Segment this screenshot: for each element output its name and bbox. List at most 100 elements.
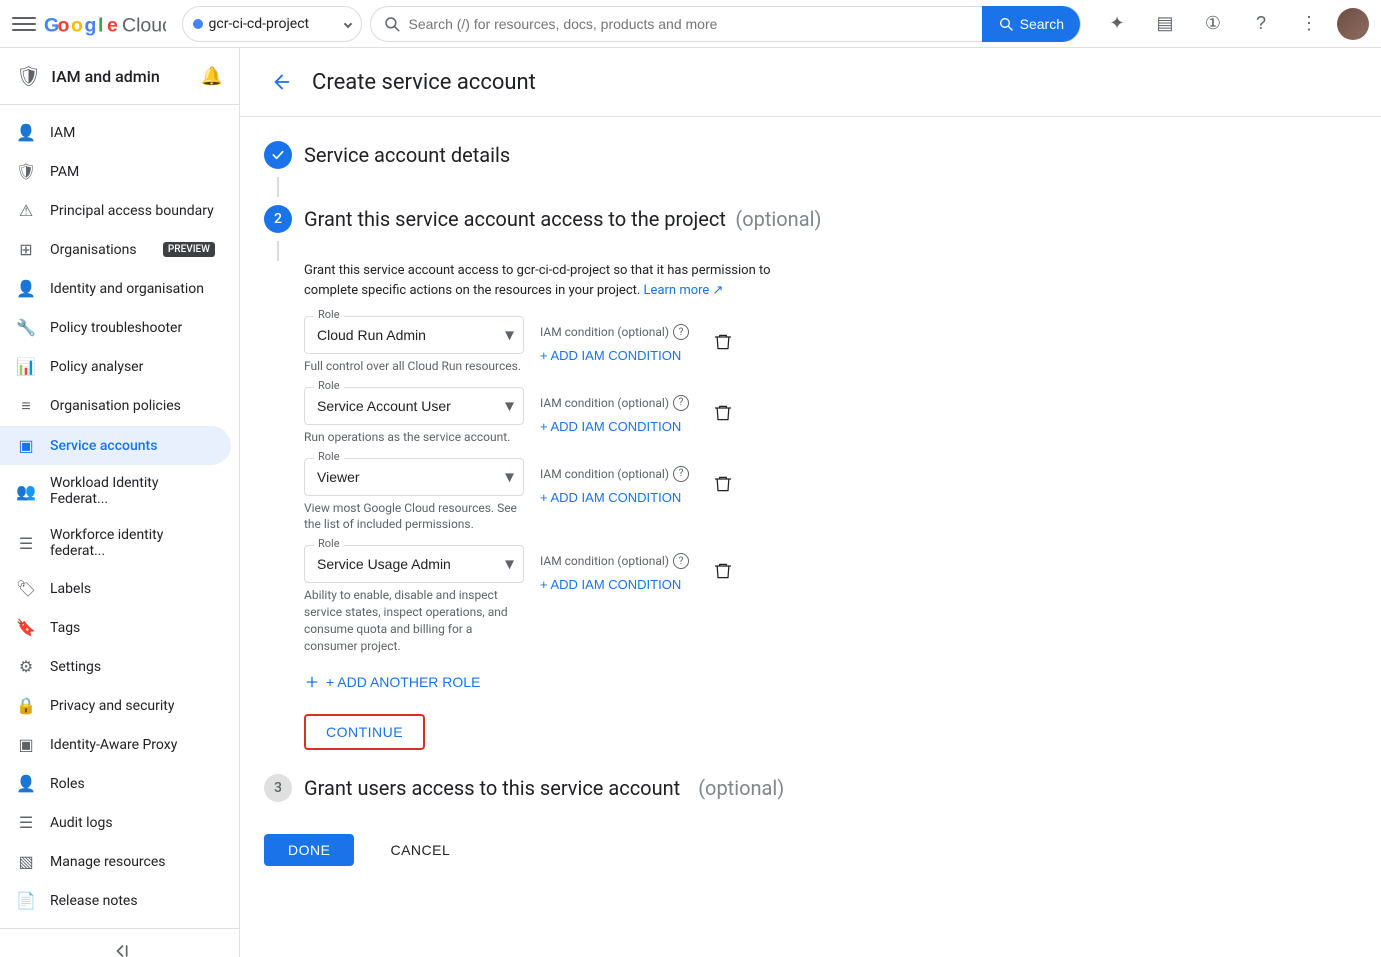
notes-icon: 📄 [16,891,36,910]
chevron-down-icon [343,19,351,27]
sidebar-item-pam[interactable]: 🛡 PAM [0,152,231,191]
notification-button[interactable]: ① [1193,4,1233,44]
search-button[interactable]: Search [982,6,1080,42]
role-select-1[interactable]: Cloud Run Admin [304,316,524,354]
person-icon: 👤 [16,123,36,142]
bell-icon[interactable]: 🔔 [201,66,223,87]
role-description-1: Full control over all Cloud Run resource… [304,358,524,375]
step3-circle: 3 [264,774,292,802]
iam-condition-group-4: IAM condition (optional) ? + ADD IAM CON… [540,545,689,596]
sidebar-item-service-accounts[interactable]: ▣ Service accounts [0,426,231,465]
report-icon: ⚠ [16,201,36,220]
search-label: Search [1020,16,1064,32]
menu-icon[interactable] [12,12,36,36]
delete-role-btn-2[interactable] [705,395,741,431]
role-select-2[interactable]: Service Account User [304,387,524,425]
sidebar-item-audit-logs[interactable]: ☰ Audit logs [0,803,231,842]
grant-description: Grant this service account access to gcr… [304,261,804,300]
label-icon: 🏷 [16,579,36,598]
role-label-2: Role [314,379,344,392]
sidebar-item-organisations[interactable]: ⊞ Organisations PREVIEW [0,230,231,269]
help-icon-button[interactable]: ? [1241,4,1281,44]
step1-circle [264,141,292,169]
add-iam-condition-btn-1[interactable]: + ADD IAM CONDITION [540,344,689,367]
search-icon [383,15,401,33]
roles-icon: 👤 [16,774,36,793]
sidebar-item-iam[interactable]: 👤 IAM [0,113,231,152]
sidebar-item-workforce-identity[interactable]: ☰ Workforce identity federat... [0,517,231,569]
search-bar[interactable]: Search [370,6,1082,42]
google-cloud-logo[interactable]: G o o g l e Cloud [44,12,166,36]
sidebar-item-labels[interactable]: 🏷 Labels [0,569,231,608]
privacy-icon: 🔒 [16,696,36,715]
project-selector[interactable]: gcr-ci-cd-project [182,6,362,42]
search-btn-icon [998,16,1014,32]
sidebar-item-workload-identity[interactable]: 👥 Workload Identity Federat... [0,465,231,517]
search-input[interactable] [409,16,974,32]
iam-condition-group-1: IAM condition (optional) ? + ADD IAM CON… [540,316,689,367]
sidebar-item-settings[interactable]: ⚙ Settings [0,647,231,686]
sidebar-nav: 👤 IAM 🛡 PAM ⚠ Principal access boundary … [0,105,239,928]
sidebar-item-identity-aware-proxy[interactable]: ▣ Identity-Aware Proxy [0,725,231,764]
add-another-role-button[interactable]: + ADD ANOTHER ROLE [304,666,480,698]
svg-text:e: e [107,14,118,36]
settings-icon: ⚙ [16,657,36,676]
page-title: Create service account [312,70,536,95]
svg-text:g: g [85,14,97,36]
iam-help-icon-1[interactable]: ? [673,324,689,340]
main-content: Create service account Service account d… [240,48,1381,957]
continue-button[interactable]: CONTINUE [304,714,425,750]
tags-icon: 🔖 [16,618,36,637]
step2-title-block: Grant this service account access to the… [304,207,821,231]
role-row-4: Role Service Usage Admin ▾ Ability to en… [304,545,1357,654]
project-name: gcr-ci-cd-project [209,16,339,32]
account-icon: 👤 [16,279,36,298]
iam-help-icon-3[interactable]: ? [673,466,689,482]
role-row-3: Role Viewer ▾ View most Google Cloud res… [304,458,1357,534]
sidebar-item-manage-resources[interactable]: ▧ Manage resources [0,842,231,881]
sidebar-item-roles[interactable]: 👤 Roles [0,764,231,803]
role-select-wrapper-2: Role Service Account User ▾ [304,387,524,425]
sidebar-item-policy-troubleshooter[interactable]: 🔧 Policy troubleshooter [0,308,231,347]
cancel-button[interactable]: CANCEL [366,834,474,866]
svg-text:l: l [98,14,103,36]
delete-role-btn-1[interactable] [705,324,741,360]
add-iam-condition-btn-3[interactable]: + ADD IAM CONDITION [540,486,689,509]
sidebar-collapse-button[interactable] [0,928,239,957]
svg-text:Cloud: Cloud [122,14,166,36]
iam-condition-label-1: IAM condition (optional) ? [540,324,689,340]
sidebar-item-privacy-and-security[interactable]: 🔒 Privacy and security [0,686,231,725]
sidebar-item-policy-analyser[interactable]: 📊 Policy analyser [0,347,231,386]
add-iam-condition-btn-2[interactable]: + ADD IAM CONDITION [540,415,689,438]
sidebar-item-principal-access-boundary[interactable]: ⚠ Principal access boundary [0,191,231,230]
add-iam-condition-btn-4[interactable]: + ADD IAM CONDITION [540,573,689,596]
role-select-4[interactable]: Service Usage Admin [304,545,524,583]
role-description-2: Run operations as the service account. [304,429,524,446]
workforce-icon: ☰ [16,534,36,553]
avatar[interactable] [1337,8,1369,40]
star-icon-button[interactable]: ✦ [1097,4,1137,44]
app-layout: 🛡 IAM and admin 🔔 👤 IAM 🛡 PAM ⚠ Principa… [0,48,1381,957]
sidebar-item-release-notes[interactable]: 📄 Release notes [0,881,231,920]
back-button[interactable] [264,64,300,100]
step2-optional: (optional) [735,207,821,231]
done-button[interactable]: DONE [264,834,354,866]
iam-condition-label-4: IAM condition (optional) ? [540,553,689,569]
role-rows-container: Role Cloud Run Admin ▾ Full control over… [304,316,1357,654]
iam-help-icon-4[interactable]: ? [673,553,689,569]
list-icon: ≡ [16,396,36,416]
step3-title: Grant users access to this service accou… [304,776,680,800]
pam-icon: 🛡 [16,162,36,181]
more-options-button[interactable]: ⋮ [1289,4,1329,44]
terminal-icon-button[interactable]: ▤ [1145,4,1185,44]
notification-wrapper: ① [1193,4,1233,44]
delete-role-btn-3[interactable] [705,466,741,502]
learn-more-link[interactable]: Learn more ↗ [644,283,724,298]
sidebar-item-tags[interactable]: 🔖 Tags [0,608,231,647]
iam-help-icon-2[interactable]: ? [673,395,689,411]
sidebar-item-identity-and-organisation[interactable]: 👤 Identity and organisation [0,269,231,308]
role-select-3[interactable]: Viewer [304,458,524,496]
top-header: G o o g l e Cloud gcr-ci-cd-project Sear… [0,0,1381,48]
delete-role-btn-4[interactable] [705,553,741,589]
sidebar-item-organisation-policies[interactable]: ≡ Organisation policies [0,386,231,426]
